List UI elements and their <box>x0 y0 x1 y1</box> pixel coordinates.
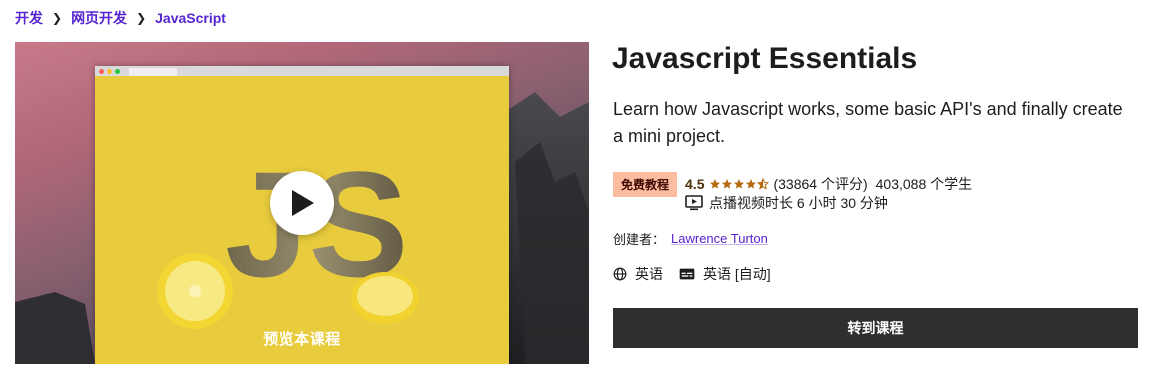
course-creator: 创建者： Lawrence Turton <box>613 229 768 248</box>
rating-value: 4.5 <box>685 176 705 192</box>
play-button[interactable] <box>270 171 334 235</box>
breadcrumb-item-javascript[interactable]: JavaScript <box>155 10 226 26</box>
rating-count: (33864 个评分) <box>773 176 868 192</box>
breadcrumb-item-web-development[interactable]: 网页开发 <box>71 8 127 28</box>
creator-label: 创建者： <box>613 232 666 247</box>
chevron-right-icon: ❯ <box>52 11 63 25</box>
student-count: 403,088 个学生 <box>875 176 973 192</box>
globe-icon <box>613 267 627 281</box>
play-icon <box>292 190 314 216</box>
course-preview[interactable]: JS 预览本课程 <box>15 42 589 364</box>
star-icon <box>722 179 733 189</box>
video-icon <box>685 195 703 211</box>
duration-text: 点播视频时长 6 小时 30 分钟 <box>709 195 888 211</box>
free-course-badge: 免费教程 <box>613 171 678 197</box>
captions-icon <box>679 268 695 280</box>
star-icon <box>746 179 757 189</box>
preview-course-label: 预览本课程 <box>263 331 341 348</box>
star-icon <box>734 179 745 189</box>
chevron-right-icon: ❯ <box>136 11 147 25</box>
star-half-icon <box>757 178 770 190</box>
course-language: 英语 <box>635 266 663 282</box>
star-icon <box>710 179 721 189</box>
course-captions: 英语 [自动] <box>703 266 771 282</box>
course-duration: 点播视频时长 6 小时 30 分钟 <box>685 193 888 213</box>
course-subtitle: Learn how Javascript works, some basic A… <box>613 99 1123 146</box>
go-to-course-button[interactable]: 转到课程 <box>613 308 1138 348</box>
breadcrumb-item-development[interactable]: 开发 <box>15 8 43 28</box>
course-stats: 免费教程 4.5 (33864 个评分) 403,088 个学生 <box>613 171 973 197</box>
star-rating <box>709 178 770 190</box>
breadcrumb: 开发 ❯ 网页开发 ❯ JavaScript <box>15 8 226 28</box>
creator-link[interactable]: Lawrence Turton <box>671 231 768 246</box>
course-languages: 英语 英语 [自动] <box>613 264 787 284</box>
course-title: Javascript Essentials <box>612 42 918 75</box>
